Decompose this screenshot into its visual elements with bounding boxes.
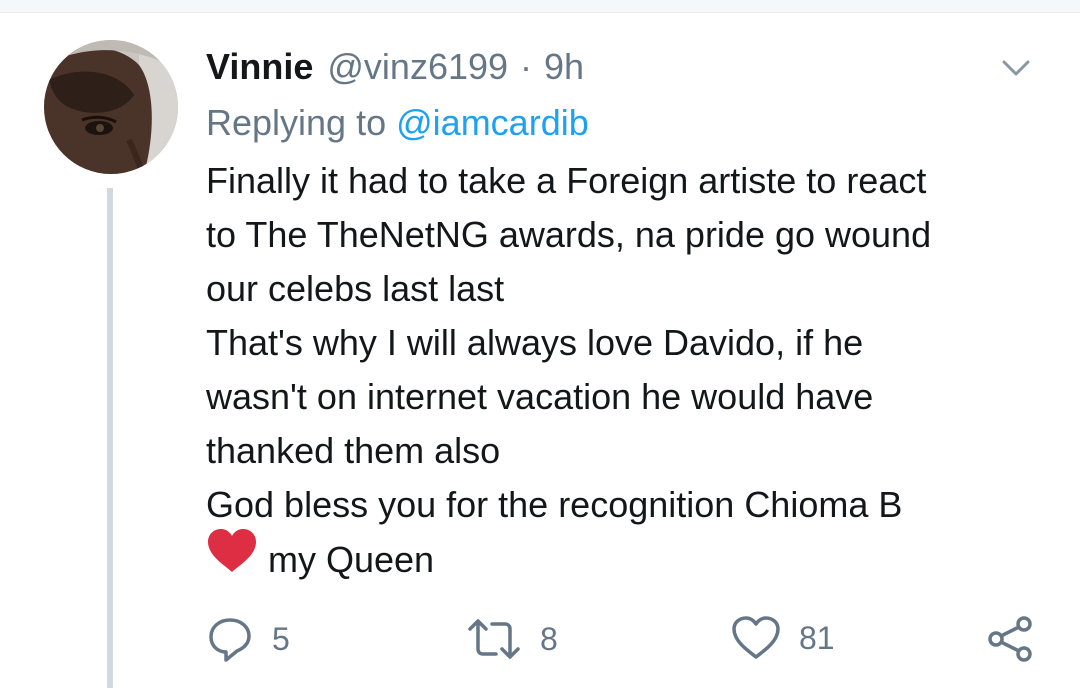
replying-to: Replying to @iamcardib bbox=[206, 102, 1046, 144]
tweet-header: Vinnie @vinz6199 · 9h bbox=[206, 40, 1046, 94]
separator-dot: · bbox=[520, 46, 533, 87]
like-button[interactable]: 81 bbox=[731, 615, 835, 661]
reply-mention-link[interactable]: @iamcardib bbox=[396, 102, 589, 143]
reply-icon bbox=[209, 618, 251, 662]
tweet-body: Vinnie @vinz6199 · 9h Replying to @iamca… bbox=[206, 40, 1046, 593]
replying-to-label: Replying to bbox=[206, 102, 387, 143]
reply-count: 5 bbox=[272, 620, 290, 657]
reply-button[interactable]: 5 bbox=[206, 615, 290, 663]
heart-icon bbox=[732, 616, 780, 659]
share-button[interactable] bbox=[986, 615, 1034, 663]
tweet-text-line: God bless you for the recognition Chioma… bbox=[206, 484, 903, 525]
tweet-text: Finally it had to take a Foreign artiste… bbox=[206, 154, 1046, 593]
tweet-text-line: our celebs last last bbox=[206, 268, 505, 309]
retweet-count: 8 bbox=[540, 620, 558, 657]
tweet-text-line: thanked them also bbox=[206, 430, 501, 471]
tweet-text-line: That's why I will always love Davido, if… bbox=[206, 322, 864, 363]
share-icon bbox=[988, 616, 1032, 662]
timestamp[interactable]: 9h bbox=[544, 46, 584, 88]
top-divider bbox=[0, 0, 1080, 13]
retweet-button[interactable]: 8 bbox=[466, 615, 558, 663]
red-heart-emoji-icon bbox=[206, 528, 258, 589]
tweet-text-line-end: my Queen bbox=[268, 539, 435, 581]
chevron-down-icon[interactable] bbox=[1000, 56, 1032, 80]
like-count: 81 bbox=[799, 619, 835, 656]
tweet-actions: 5 8 81 bbox=[206, 615, 1046, 675]
tweet-text-line: wasn't on internet vacation he would hav… bbox=[206, 376, 874, 417]
tweet-text-line: to The TheNetNG awards, na pride go woun… bbox=[206, 214, 932, 255]
tweet-text-last-line: my Queen bbox=[206, 529, 1046, 593]
author-handle[interactable]: @vinz6199 bbox=[327, 46, 508, 88]
avatar-image bbox=[44, 40, 178, 174]
tweet-text-line: Finally it had to take a Foreign artiste… bbox=[206, 160, 927, 201]
thread-line bbox=[107, 188, 113, 688]
author-name[interactable]: Vinnie bbox=[206, 46, 313, 88]
avatar[interactable] bbox=[44, 40, 178, 174]
retweet-icon bbox=[468, 619, 520, 659]
